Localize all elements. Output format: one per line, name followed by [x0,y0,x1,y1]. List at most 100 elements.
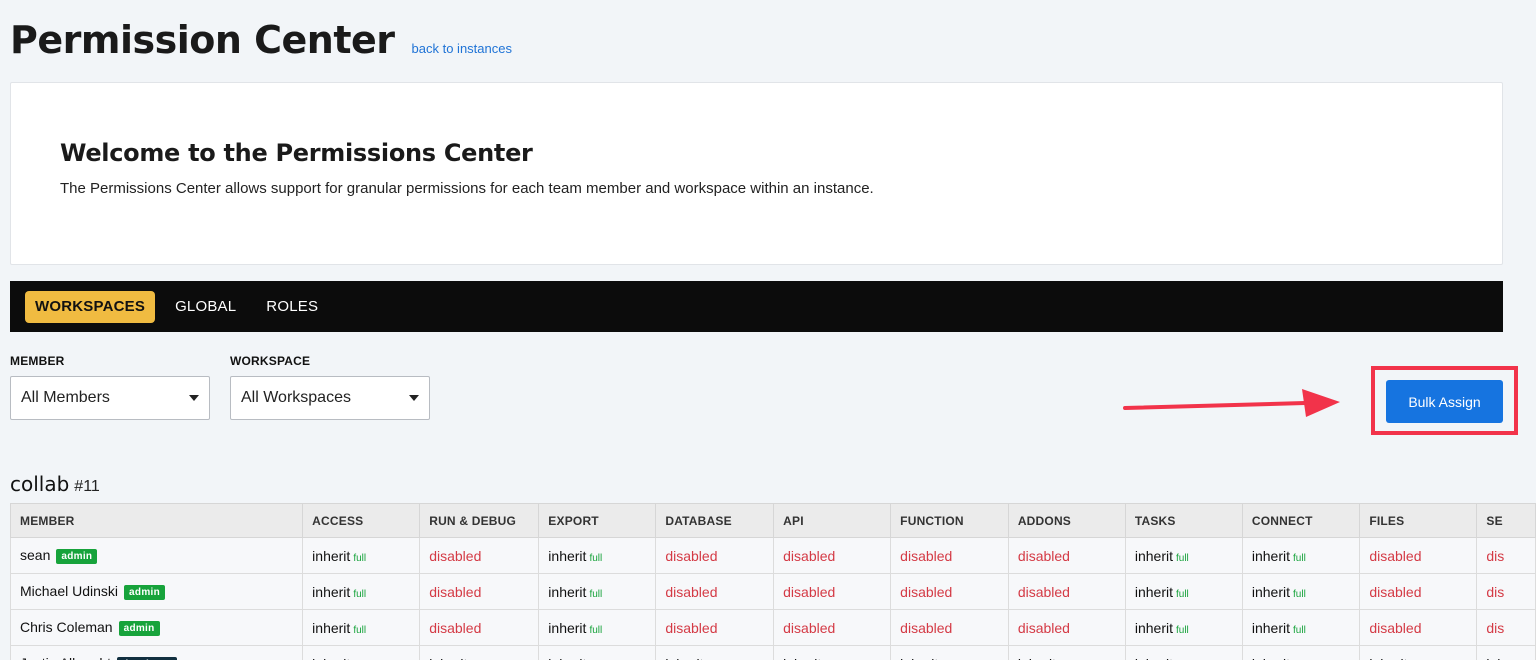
member-name: Justin Albrecht [20,655,111,660]
permission-cell[interactable]: disabled [1359,609,1478,646]
column-header: ACCESS [302,503,421,538]
permission-cell[interactable]: inheritfull [773,645,892,660]
permission-cell[interactable]: inh [1476,645,1536,660]
permission-value: disabled [900,547,953,564]
permission-cell[interactable]: disabled [773,537,892,574]
role-badge: admin [56,549,98,564]
permission-value: disabled [429,619,482,636]
member-name: Chris Coleman [20,619,113,635]
permission-cell[interactable]: inheritfull [1124,537,1243,574]
permission-value: dis [1486,583,1505,600]
permission-cell[interactable]: dis [1476,609,1536,646]
back-to-instances-link[interactable]: back to instances [412,41,512,56]
permission-cell[interactable]: disabled [1007,537,1126,574]
tab-global[interactable]: GLOBAL [165,291,246,323]
permission-cell[interactable]: inheritfull [1241,645,1361,660]
annotation-arrow-icon [1123,389,1340,417]
page-title: Permission Center [10,18,395,62]
caret-down-icon [189,395,199,401]
column-header: FILES [1359,503,1478,538]
permission-cell[interactable]: disabled [890,609,1009,646]
permission-value: disabled [665,547,718,564]
permission-cell[interactable]: inheritfull [302,573,421,610]
permission-cell[interactable]: dis [1476,537,1536,574]
permission-cell[interactable]: disabled [419,609,540,646]
permission-cell[interactable]: disabled [655,609,775,646]
permission-cell[interactable]: inheritfull [1241,537,1361,574]
workspace-select[interactable]: All Workspaces [230,376,430,420]
column-header: ADDONS [1007,503,1126,538]
workspace-select-value: All Workspaces [241,389,351,406]
permission-cell[interactable]: inheritfull [1124,645,1243,660]
permission-cell[interactable]: inheritfull [302,645,421,660]
permission-cell[interactable]: inheritfull [1241,573,1361,610]
permission-cell[interactable]: dis [1476,573,1536,610]
permission-cell[interactable]: inheritfull [538,573,657,610]
permission-value: disabled [783,583,836,600]
permission-cell[interactable]: disabled [419,573,540,610]
permission-cell[interactable]: inheritfull [302,609,421,646]
permission-cell[interactable]: disabled [1359,537,1478,574]
permission-cell[interactable]: inheritfull [1359,645,1478,660]
permission-cell[interactable]: disabled [890,573,1009,610]
permission-cell[interactable]: inheritfull [538,609,657,646]
bulk-assign-button[interactable]: Bulk Assign [1386,380,1503,423]
permission-cell[interactable]: disabled [655,573,775,610]
table-row: Michael Udinski admin inherit full disabled i… [9,573,1536,610]
permission-cell[interactable]: inheritfull [655,645,775,660]
permission-level: full [353,624,367,636]
permission-cell[interactable]: inheritfull [1007,645,1126,660]
member-select[interactable]: All Members [10,376,210,420]
permission-cell[interactable]: disabled [890,537,1009,574]
permission-cell[interactable]: inheritfull [1241,609,1361,646]
member-cell: Justin Albrechtdeveloper [9,645,304,660]
workspace-heading: collab #11 [10,472,100,496]
permission-value: disabled [1017,619,1070,636]
member-cell: Chris Coleman admin [9,609,304,646]
permission-cell[interactable]: disabled [655,537,775,574]
welcome-panel: Welcome to the Permissions Center The Pe… [10,82,1503,265]
permission-cell[interactable]: disabled [419,537,540,574]
permission-cell[interactable]: disabled [1007,609,1126,646]
permission-cell[interactable]: inheritfull [890,645,1009,660]
permission-cell[interactable]: inheritfull [419,645,540,660]
permission-value: disabled [1017,547,1070,564]
tab-roles[interactable]: ROLES [256,291,328,323]
column-header: TASKS [1124,503,1243,538]
member-filter-label: MEMBER [10,354,65,368]
member-select-value: All Members [21,389,110,406]
member-filter: MEMBER All Members [10,354,210,420]
permission-cell[interactable]: disabled [773,573,892,610]
role-badge: admin [118,621,160,636]
permission-cell[interactable]: disabled [1359,573,1478,610]
permission-value: disabled [900,619,953,636]
column-header: CONNECT [1241,503,1361,538]
table-header-row: MEMBER ACCESS RUN & DEBUG EXPORT DATABASE API… [9,503,1536,538]
tab-workspaces[interactable]: WORKSPACES [25,290,156,323]
permission-value: disabled [1369,619,1422,636]
permission-value: disabled [1369,547,1422,564]
permission-value: disabled [900,583,953,600]
workspace-filter-label: WORKSPACE [230,354,311,368]
permission-cell[interactable]: inheritfull [1124,573,1243,610]
permission-cell[interactable]: disabled [1007,573,1126,610]
permission-value: inherit [1018,656,1056,660]
permission-value: dis [1486,547,1505,564]
permission-cell[interactable]: inheritfull [538,537,657,574]
permission-value: disabled [665,619,718,636]
permission-value: inherit [1252,656,1290,660]
table-row: Justin Albrechtdeveloperinheritfullinher… [9,645,1536,660]
permission-cell[interactable]: inheritfull [302,537,421,574]
page-header: Permission Center back to instances [10,18,512,62]
permission-value: disabled [429,583,482,600]
permission-value: inherit [1135,656,1173,660]
permission-value: inherit [548,547,587,564]
permission-cell[interactable]: disabled [773,609,892,646]
permission-level: full [1175,552,1189,564]
permission-value: inherit [1134,619,1173,636]
permission-cell[interactable]: inheritfull [538,645,657,660]
column-header: SE [1476,503,1536,538]
permission-cell[interactable]: inheritfull [1124,609,1243,646]
permission-value: inherit [312,656,350,660]
member-cell: Michael Udinski admin [9,573,304,610]
